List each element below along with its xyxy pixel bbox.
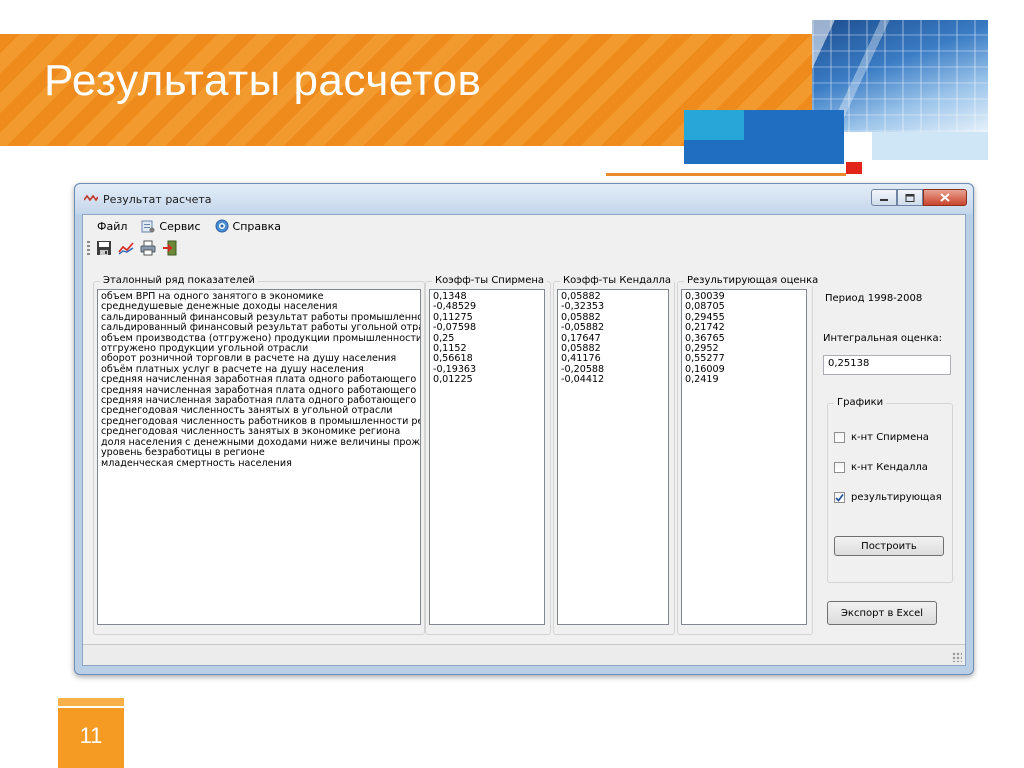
help-icon (215, 219, 229, 233)
exit-icon[interactable] (162, 240, 178, 256)
result-checkbox-label: результирующая (851, 492, 942, 503)
kendall-label: Коэфф-ты Кендалла (560, 275, 675, 286)
integral-label: Интегральная оценка: (823, 333, 943, 344)
kendall-group: Коэфф-ты Кендалла 0,05882 -0,32353 0,05882… (553, 275, 675, 635)
spearman-checkbox-label: к-нт Спирмена (851, 432, 929, 443)
export-excel-button[interactable]: Экспорт в Excel (827, 601, 937, 625)
decor-block-light (872, 132, 988, 160)
spearman-list[interactable]: 0,1348 -0,48529 0,11275 -0,07598 0,25 0,1152 0… (429, 289, 545, 625)
page-number-accent (58, 698, 124, 706)
decor-block-teal (684, 110, 744, 140)
menu-file-label: Файл (97, 219, 128, 233)
kendall-list[interactable]: 0,05882 -0,32353 0,05882 -0,05882 0,17647 0,0… (557, 289, 669, 625)
resize-grip[interactable] (952, 652, 962, 662)
minimize-button[interactable] (871, 189, 897, 206)
list-item[interactable]: -0,04412 (561, 374, 665, 385)
save-icon[interactable] (96, 240, 112, 256)
menu-help[interactable]: Справка (215, 219, 281, 233)
result-checkbox[interactable] (834, 492, 845, 503)
toolbar-grip[interactable] (87, 241, 90, 255)
title-bar[interactable]: Результат расчета (75, 184, 973, 214)
list-item[interactable]: младенческая смертность населения (101, 458, 417, 469)
charts-group-label: Графики (834, 397, 887, 408)
page-number: 11 (58, 708, 124, 768)
kendall-checkbox-label: к-нт Кендалла (851, 462, 928, 473)
maximize-icon (905, 193, 915, 202)
menu-file[interactable]: Файл (97, 220, 127, 233)
menu-help-label: Справка (232, 219, 281, 233)
indicators-label: Эталонный ряд показателей (100, 275, 258, 286)
menu-service[interactable]: Сервис (141, 219, 201, 233)
result-window: Результат расчета Файл Сервис Справка Эт… (74, 183, 974, 675)
window-controls (871, 189, 967, 206)
window-title: Результат расчета (103, 193, 212, 206)
checkbox-kendall[interactable]: к-нт Кендалла (834, 462, 928, 473)
charts-group: Графики к-нт Спирмена к-нт Кендалла резу… (827, 397, 953, 583)
spearman-checkbox[interactable] (834, 432, 845, 443)
decor-block-red (846, 162, 862, 174)
checkbox-result[interactable]: результирующая (834, 492, 942, 503)
close-icon (940, 193, 950, 202)
maximize-button[interactable] (897, 189, 923, 206)
integral-value-field[interactable]: 0,25138 (823, 355, 951, 375)
chart-icon[interactable] (118, 240, 134, 256)
list-item[interactable]: уровень безработицы в регионе (101, 447, 417, 458)
checkbox-spearman[interactable]: к-нт Спирмена (834, 432, 929, 443)
tools-icon (141, 220, 155, 233)
minimize-icon (880, 198, 888, 201)
decor-line (606, 173, 846, 176)
close-button[interactable] (923, 189, 967, 206)
kendall-checkbox[interactable] (834, 462, 845, 473)
build-button[interactable]: Построить (834, 536, 944, 556)
result-label: Результирующая оценка (684, 275, 822, 286)
window-client: Файл Сервис Справка Эталонный ряд показа… (82, 214, 966, 666)
menu-service-label: Сервис (159, 219, 201, 233)
slide-title: Результаты расчетов (44, 56, 482, 105)
spearman-group: Коэфф-ты Спирмена 0,1348 -0,48529 0,11275-… (425, 275, 551, 635)
menu-bar: Файл Сервис Справка (83, 215, 965, 237)
result-group: Результирующая оценка 0,30039 0,08705 0,29… (677, 275, 822, 635)
spearman-label: Коэфф-ты Спирмена (432, 275, 548, 286)
list-item[interactable]: 0,2419 (685, 374, 803, 385)
toolbar (83, 237, 965, 259)
indicators-group: Эталонный ряд показателей объем ВРП на о… (93, 275, 425, 635)
check-mark-icon (835, 494, 844, 502)
list-item[interactable]: 0,01225 (433, 374, 541, 385)
status-bar (83, 644, 965, 665)
period-label: Период 1998-2008 (825, 293, 923, 304)
indicators-list[interactable]: объем ВРП на одного занятого в экономике… (97, 289, 421, 625)
app-icon (84, 194, 98, 202)
result-list[interactable]: 0,30039 0,08705 0,29455 0,21742 0,36765 0,295… (681, 289, 807, 625)
print-icon[interactable] (140, 240, 156, 256)
